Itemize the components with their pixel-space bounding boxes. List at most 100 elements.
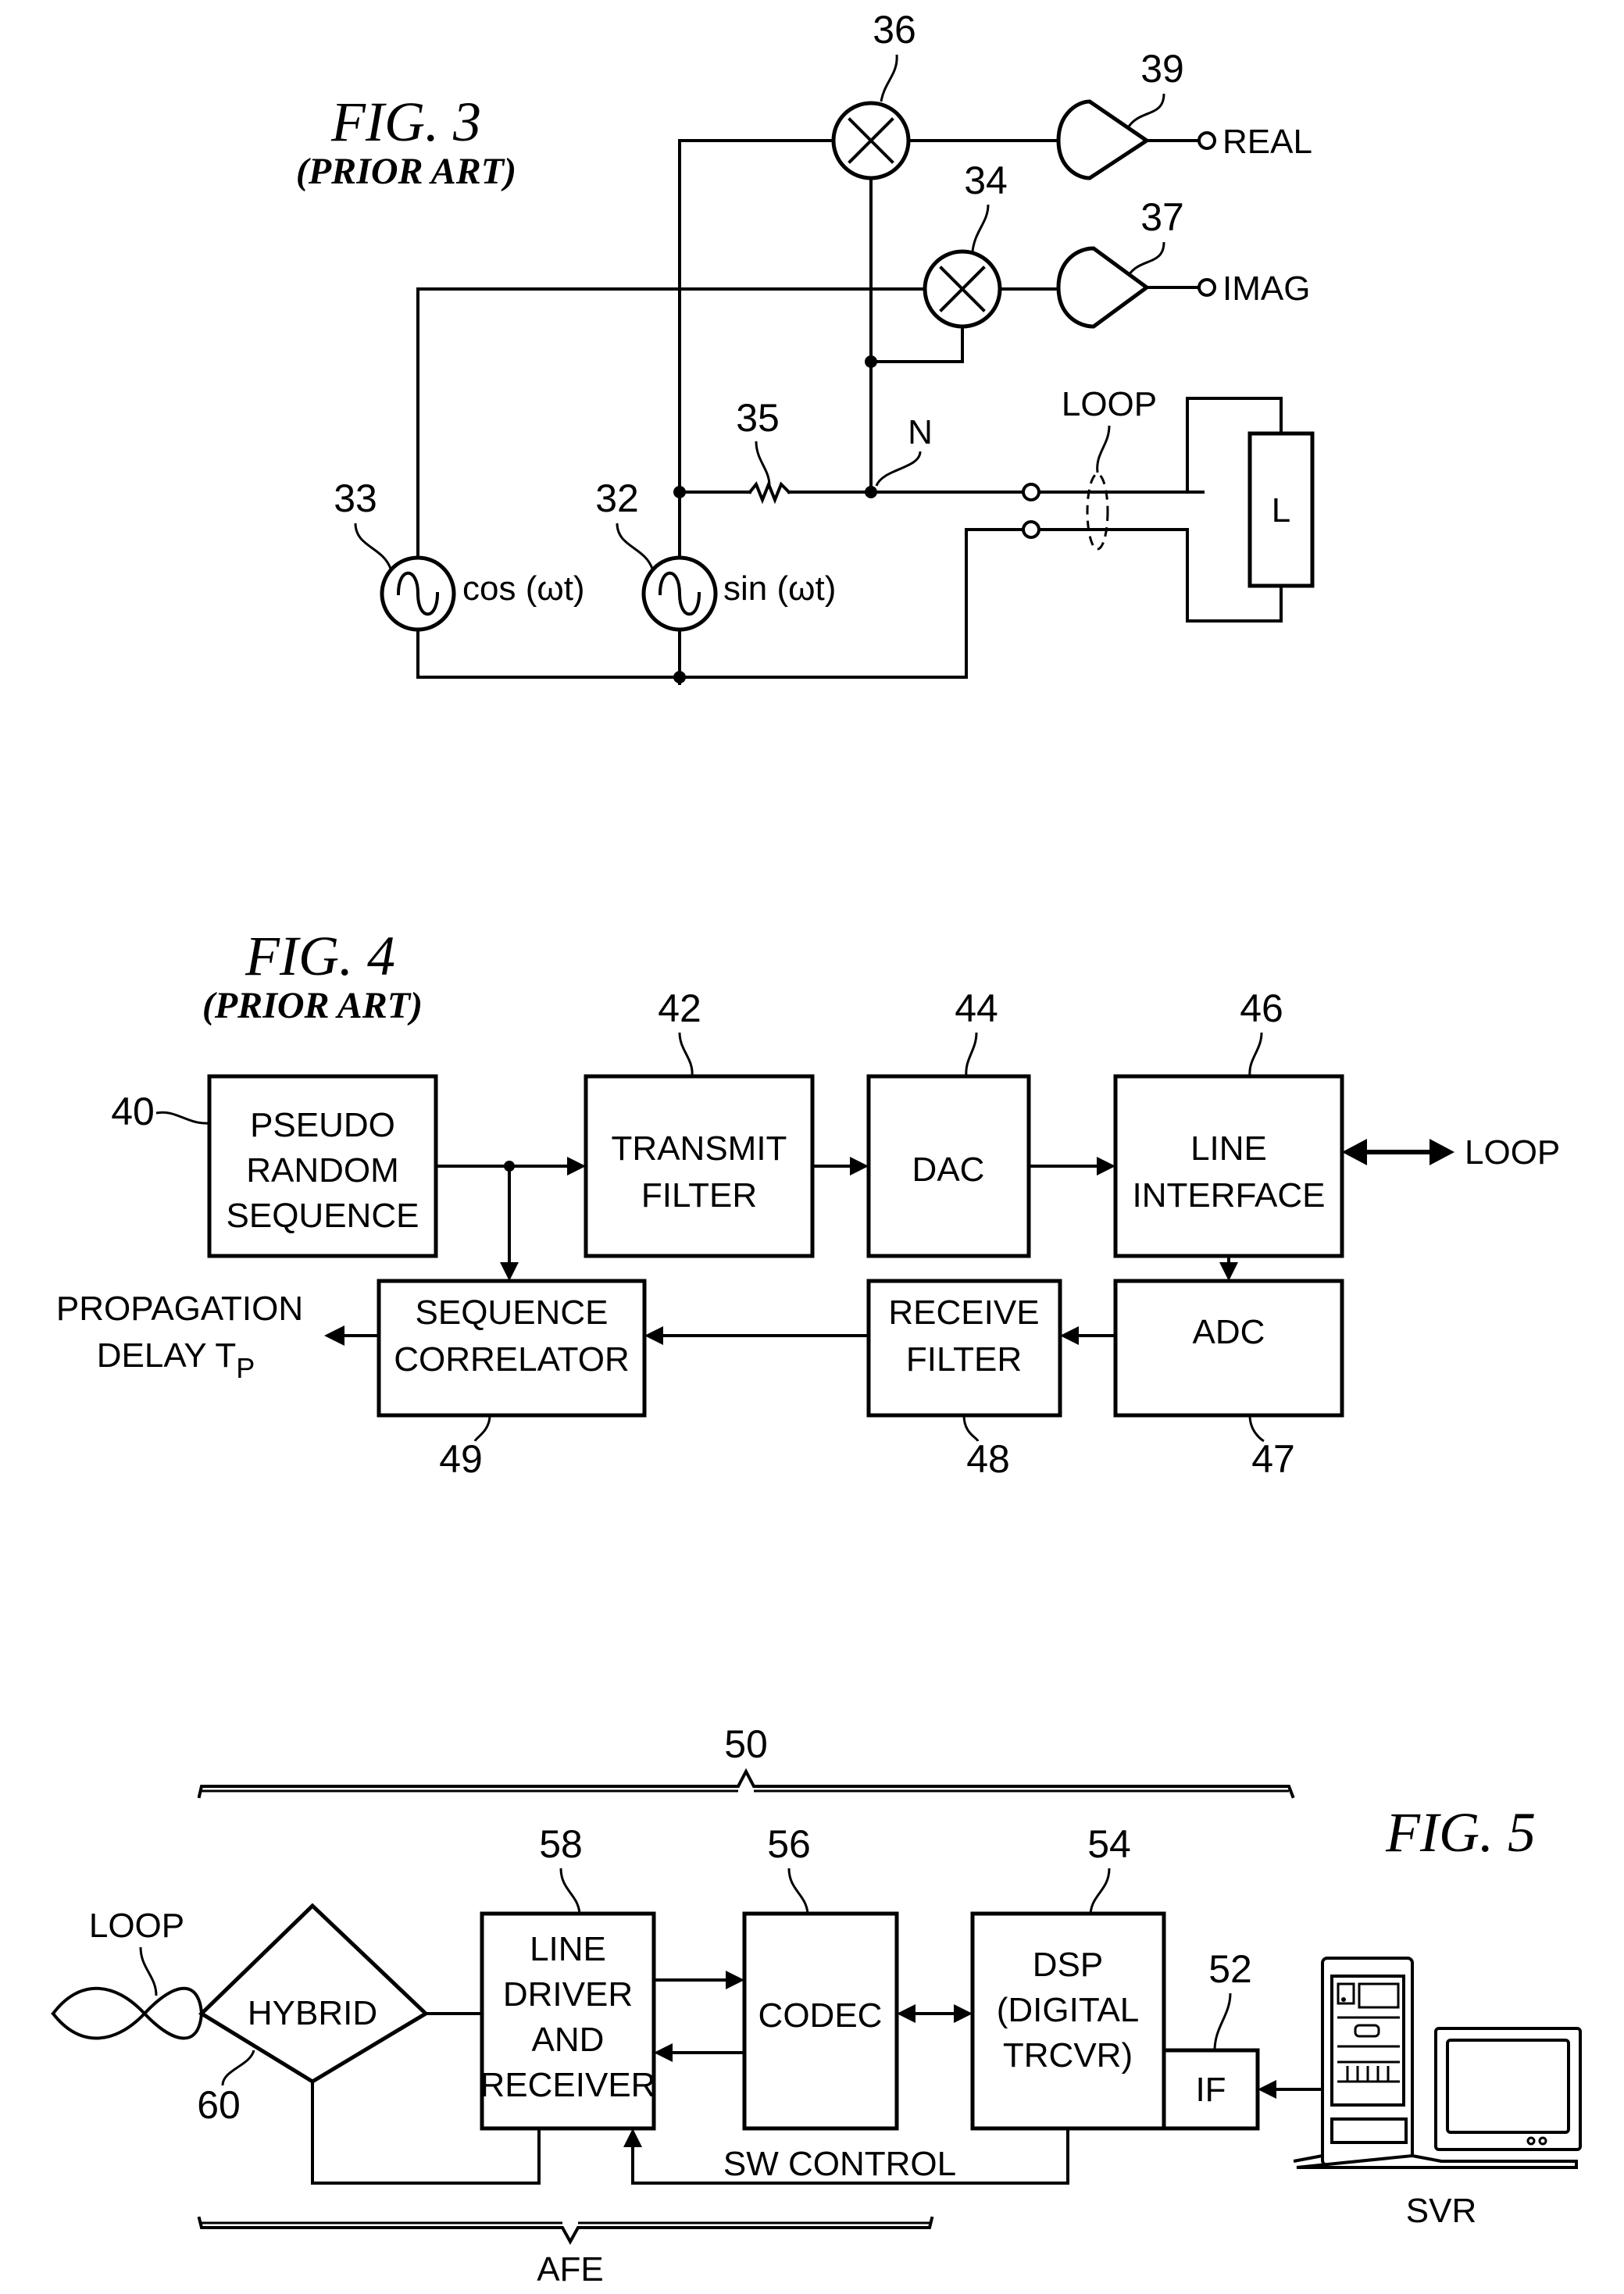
svg-text:TRANSMIT: TRANSMIT	[612, 1129, 787, 1168]
fig5-sw-control-label: SW CONTROL	[723, 2145, 956, 2183]
fig4-ref-42: 42	[658, 986, 701, 1030]
fig3: FIG. 3 (PRIOR ART) 35 N 36 34 39 37 REAL…	[296, 8, 1315, 685]
fig4-leader-40	[155, 1111, 210, 1125]
fig4-arrow-output	[324, 1325, 344, 1346]
fig3-ref-32: 32	[595, 476, 639, 520]
fig4-arrow-to-correlator	[500, 1262, 519, 1281]
fig3-source-33-cos	[380, 555, 456, 632]
svg-text:LINE: LINE	[1190, 1129, 1267, 1168]
fig3-leader-36	[880, 54, 898, 102]
fig4-leader-42	[678, 1032, 694, 1077]
fig3-terminal-real	[1197, 131, 1216, 150]
fig4-arrow-to-corr	[644, 1326, 663, 1345]
fig5-leader-52	[1213, 1993, 1232, 2051]
svg-text:TRCVR): TRCVR)	[1003, 2036, 1133, 2075]
fig5-leader-56	[787, 1868, 809, 1914]
svg-text:DSP: DSP	[1033, 1946, 1103, 1984]
fig4-ref-40: 40	[111, 1090, 155, 1133]
fig4-block-receive-filter: RECEIVE FILTER	[866, 1279, 1062, 1418]
svg-text:AND: AND	[532, 2021, 605, 2059]
fig3-leader-39	[1127, 93, 1165, 127]
fig4-arrow-to-adc	[1219, 1262, 1238, 1281]
fig4-output-label-line2: DELAY TP	[97, 1336, 255, 1384]
fig4-ref-48: 48	[966, 1437, 1010, 1481]
fig3-leader-loop	[1096, 425, 1111, 473]
fig4-ref-47: 47	[1251, 1437, 1295, 1481]
fig5-leader-54	[1089, 1868, 1111, 1914]
fig4: FIG. 4 (PRIOR ART) PSEUDO RANDOM SEQUENC…	[56, 925, 1560, 1481]
svg-text:HYBRID: HYBRID	[248, 1994, 377, 2032]
fig3-load-label: L	[1272, 491, 1290, 530]
fig4-leader-44	[965, 1032, 978, 1077]
fig3-ref-39: 39	[1140, 47, 1184, 91]
fig5-arrow-to-ldr	[654, 2043, 673, 2062]
fig3-load-circuit	[1037, 397, 1283, 623]
fig4-loop-label: LOOP	[1465, 1133, 1560, 1172]
fig3-ref-35: 35	[736, 396, 780, 440]
patent-drawing-sheet: FIG. 3 (PRIOR ART) 35 N 36 34 39 37 REAL…	[51, 8, 1582, 2289]
fig5-arrow-codec-dsp-right	[954, 2004, 973, 2023]
fig4-arrow-to-rx	[1060, 1326, 1079, 1345]
fig3-junction-dot	[865, 355, 877, 368]
fig3-output-real: REAL	[1222, 123, 1312, 161]
fig5-ref-58: 58	[539, 1822, 583, 1866]
fig3-source-sin-label: sin (ωt)	[723, 569, 836, 608]
fig3-leader-34	[971, 204, 990, 252]
fig4-ref-44: 44	[955, 986, 998, 1030]
fig3-leader-32	[616, 523, 654, 569]
fig5-leader-60	[221, 2050, 255, 2086]
fig3-junction-dot	[673, 486, 686, 498]
fig3-ref-37: 37	[1140, 195, 1184, 239]
svg-text:FILTER: FILTER	[641, 1176, 757, 1215]
fig4-block-line-interface: LINE INTERFACE	[1113, 1074, 1344, 1258]
fig4-ref-49: 49	[439, 1437, 483, 1481]
svg-text:INTERFACE: INTERFACE	[1133, 1176, 1326, 1215]
fig5-arrow-to-codec	[726, 1971, 744, 1989]
svg-text:DAC: DAC	[912, 1151, 985, 1189]
fig5-server-icon	[1293, 1957, 1582, 2169]
fig3-mixer-36	[831, 101, 911, 180]
fig4-block-pseudo-random-sequence: PSEUDO RANDOM SEQUENCE	[207, 1074, 438, 1258]
fig5-arrow-codec-dsp-left	[897, 2004, 916, 2023]
fig5-ref-52: 52	[1208, 1947, 1252, 1991]
fig3-leader-n	[875, 451, 922, 487]
fig4-arrow-to-tx	[567, 1157, 586, 1176]
fig4-ref-46: 46	[1240, 986, 1283, 1030]
fig4-arrow-li-loop-left	[1342, 1139, 1367, 1165]
fig4-block-transmit-filter: TRANSMIT FILTER	[584, 1074, 815, 1258]
svg-text:(DIGITAL: (DIGITAL	[997, 1991, 1140, 2029]
fig4-title: FIG. 4	[244, 925, 395, 987]
fig5-block-line-driver-receiver: LINE DRIVER AND RECEIVER	[480, 1911, 656, 2131]
fig3-leader-35	[755, 441, 771, 487]
fig3-loop-terminal-1	[1022, 483, 1040, 501]
fig4-output-label-line1: PROPAGATION	[56, 1290, 303, 1328]
svg-text:CODEC: CODEC	[758, 1996, 883, 2035]
fig5-block-dsp: DSP (DIGITAL TRCVR)	[970, 1911, 1166, 2131]
fig5-afe-label: AFE	[537, 2250, 604, 2289]
fig4-block-dac: DAC	[866, 1074, 1031, 1258]
fig3-wire-cos-to-mixer34	[416, 287, 923, 564]
fig3-loop-label: LOOP	[1062, 385, 1157, 423]
fig3-resistor-35	[748, 480, 791, 505]
fig5-ref-54: 54	[1087, 1822, 1131, 1866]
svg-text:FILTER: FILTER	[906, 1340, 1022, 1379]
fig3-loop-terminal-2	[1022, 520, 1040, 539]
svg-text:SEQUENCE: SEQUENCE	[416, 1293, 609, 1332]
fig3-junction-dot	[673, 671, 686, 683]
fig5-ref-50: 50	[724, 1722, 768, 1766]
fig4-block-sequence-correlator: SEQUENCE CORRELATOR	[377, 1279, 647, 1418]
fig4-leader-46	[1248, 1032, 1263, 1077]
fig3-ref-36: 36	[873, 8, 916, 52]
fig3-ref-34: 34	[964, 159, 1008, 202]
fig5-brace-50	[197, 1768, 1295, 1799]
fig5-block-hybrid: HYBRID	[198, 1903, 430, 2084]
svg-text:LINE: LINE	[530, 1930, 606, 1968]
svg-text:DRIVER: DRIVER	[503, 1975, 633, 2014]
svg-text:PSEUDO: PSEUDO	[250, 1106, 395, 1144]
svg-text:RECEIVER: RECEIVER	[480, 2066, 656, 2104]
fig3-source-32-sin	[641, 555, 718, 632]
fig5-leader-58	[559, 1868, 581, 1914]
fig3-source-cos-label: cos (ωt)	[462, 569, 585, 608]
fig3-loop-ellipse	[1086, 473, 1109, 551]
fig5-title: FIG. 5	[1385, 1801, 1536, 1864]
